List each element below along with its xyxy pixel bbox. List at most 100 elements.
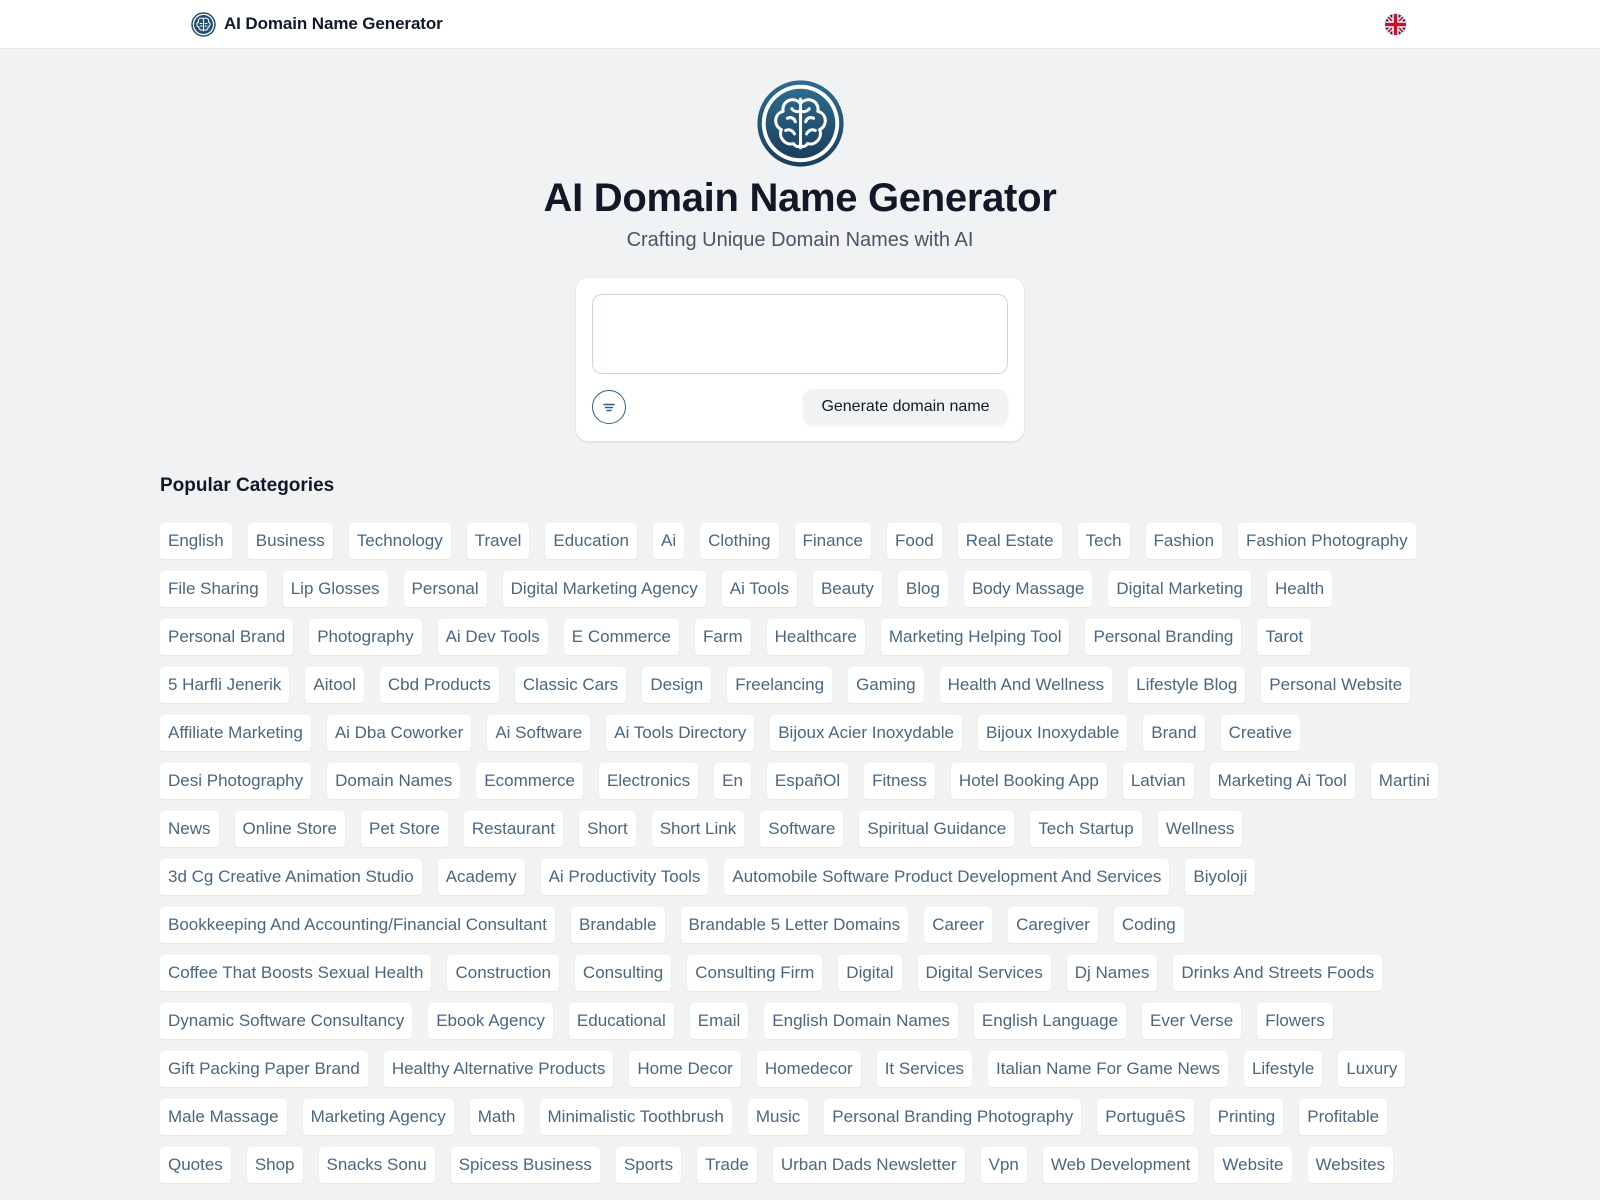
category-tag[interactable]: Tarot (1257, 619, 1312, 655)
category-tag[interactable]: Cbd Products (379, 667, 499, 703)
category-tag[interactable]: Caregiver (1008, 907, 1098, 943)
category-tag[interactable]: Brandable (570, 907, 665, 943)
category-tag[interactable]: Coding (1113, 907, 1184, 943)
category-tag[interactable]: Ai Productivity Tools (540, 859, 709, 895)
category-tag[interactable]: Health And Wellness (939, 667, 1113, 703)
category-tag[interactable]: Quotes (160, 1147, 231, 1183)
category-tag[interactable]: Digital Marketing (1108, 571, 1251, 607)
category-tag[interactable]: Bijoux Acier Inoxydable (770, 715, 962, 751)
category-tag[interactable]: Education (545, 523, 637, 559)
category-tag[interactable]: Ai Dev Tools (437, 619, 548, 655)
category-tag[interactable]: Homedecor (756, 1051, 861, 1087)
category-tag[interactable]: Body Massage (963, 571, 1093, 607)
category-tag[interactable]: Ever Verse (1142, 1003, 1242, 1039)
category-tag[interactable]: Finance (794, 523, 871, 559)
category-tag[interactable]: Farm (694, 619, 751, 655)
category-tag[interactable]: Personal (403, 571, 487, 607)
category-tag[interactable]: Ai Tools Directory (606, 715, 755, 751)
category-tag[interactable]: Websites (1307, 1147, 1394, 1183)
category-tag[interactable]: Profitable (1299, 1099, 1388, 1135)
category-tag[interactable]: Academy (437, 859, 525, 895)
category-tag[interactable]: Home Decor (629, 1051, 741, 1087)
category-tag[interactable]: English Domain Names (764, 1003, 958, 1039)
category-tag[interactable]: Biyoloji (1185, 859, 1256, 895)
category-tag[interactable]: Gift Packing Paper Brand (160, 1051, 368, 1087)
category-tag[interactable]: Snacks Sonu (318, 1147, 435, 1183)
category-tag[interactable]: Martini (1370, 763, 1438, 799)
category-tag[interactable]: Online Store (234, 811, 346, 847)
category-tag[interactable]: Lip Glosses (282, 571, 388, 607)
category-tag[interactable]: Clothing (700, 523, 779, 559)
category-tag[interactable]: Construction (447, 955, 559, 991)
category-tag[interactable]: Printing (1209, 1099, 1284, 1135)
category-tag[interactable]: PortuguêS (1097, 1099, 1194, 1135)
category-tag[interactable]: Personal Branding Photography (824, 1099, 1082, 1135)
category-tag[interactable]: Personal Website (1261, 667, 1411, 703)
category-tag[interactable]: Pet Store (361, 811, 448, 847)
category-tag[interactable]: Creative (1220, 715, 1300, 751)
category-tag[interactable]: Dj Names (1066, 955, 1158, 991)
category-tag[interactable]: Email (689, 1003, 749, 1039)
category-tag[interactable]: Ai Dba Coworker (326, 715, 472, 751)
category-tag[interactable]: Affiliate Marketing (160, 715, 311, 751)
category-tag[interactable]: Brand (1143, 715, 1205, 751)
category-tag[interactable]: Technology (348, 523, 451, 559)
category-tag[interactable]: Web Development (1042, 1147, 1199, 1183)
category-tag[interactable]: Restaurant (463, 811, 564, 847)
category-tag[interactable]: EspañOl (766, 763, 849, 799)
brand-link[interactable]: AI Domain Name Generator (191, 11, 443, 37)
category-tag[interactable]: Short (579, 811, 636, 847)
category-tag[interactable]: Trade (697, 1147, 757, 1183)
category-tag[interactable]: Consulting (574, 955, 672, 991)
category-tag[interactable]: Real Estate (957, 523, 1062, 559)
category-tag[interactable]: Digital Marketing Agency (502, 571, 706, 607)
category-tag[interactable]: Aitool (305, 667, 364, 703)
category-tag[interactable]: Health (1267, 571, 1333, 607)
category-tag[interactable]: Automobile Software Product Development … (724, 859, 1170, 895)
category-tag[interactable]: Bookkeeping And Accounting/Financial Con… (160, 907, 555, 943)
category-tag[interactable]: Lifestyle Blog (1128, 667, 1246, 703)
category-tag[interactable]: Minimalistic Toothbrush (539, 1099, 732, 1135)
category-tag[interactable]: Drinks And Streets Foods (1173, 955, 1383, 991)
category-tag[interactable]: Business (247, 523, 333, 559)
category-tag[interactable]: Consulting Firm (687, 955, 823, 991)
category-tag[interactable]: Lifestyle (1243, 1051, 1323, 1087)
category-tag[interactable]: Career (924, 907, 993, 943)
category-tag[interactable]: Fitness (864, 763, 935, 799)
category-tag[interactable]: Digital Services (917, 955, 1051, 991)
category-tag[interactable]: En (714, 763, 751, 799)
category-tag[interactable]: Italian Name For Game News (988, 1051, 1228, 1087)
category-tag[interactable]: Math (469, 1099, 524, 1135)
category-tag[interactable]: Fashion Photography (1238, 523, 1416, 559)
category-tag[interactable]: Educational (568, 1003, 674, 1039)
category-tag[interactable]: Sports (615, 1147, 682, 1183)
category-tag[interactable]: Latvian (1122, 763, 1194, 799)
category-tag[interactable]: Personal Branding (1085, 619, 1242, 655)
category-tag[interactable]: E Commerce (563, 619, 679, 655)
category-tag[interactable]: English Language (973, 1003, 1127, 1039)
category-tag[interactable]: Software (760, 811, 844, 847)
category-tag[interactable]: Food (886, 523, 942, 559)
category-tag[interactable]: Hotel Booking App (950, 763, 1107, 799)
category-tag[interactable]: Wellness (1157, 811, 1243, 847)
category-tag[interactable]: News (160, 811, 219, 847)
category-tag[interactable]: Dynamic Software Consultancy (160, 1003, 413, 1039)
category-tag[interactable]: Ai Software (487, 715, 591, 751)
category-tag[interactable]: Flowers (1257, 1003, 1333, 1039)
category-tag[interactable]: Electronics (598, 763, 699, 799)
category-tag[interactable]: Spicess Business (450, 1147, 600, 1183)
category-tag[interactable]: Coffee That Boosts Sexual Health (160, 955, 432, 991)
category-tag[interactable]: Domain Names (327, 763, 461, 799)
category-tag[interactable]: Tech (1077, 523, 1130, 559)
category-tag[interactable]: Ecommerce (476, 763, 583, 799)
category-tag[interactable]: Spiritual Guidance (859, 811, 1015, 847)
category-tag[interactable]: Healthy Alternative Products (383, 1051, 614, 1087)
category-tag[interactable]: Blog (897, 571, 948, 607)
category-tag[interactable]: Brandable 5 Letter Domains (680, 907, 909, 943)
category-tag[interactable]: File Sharing (160, 571, 267, 607)
category-tag[interactable]: Vpn (980, 1147, 1027, 1183)
category-tag[interactable]: Marketing Agency (302, 1099, 454, 1135)
category-tag[interactable]: 3d Cg Creative Animation Studio (160, 859, 422, 895)
category-tag[interactable]: Tech Startup (1030, 811, 1142, 847)
category-tag[interactable]: Beauty (812, 571, 882, 607)
